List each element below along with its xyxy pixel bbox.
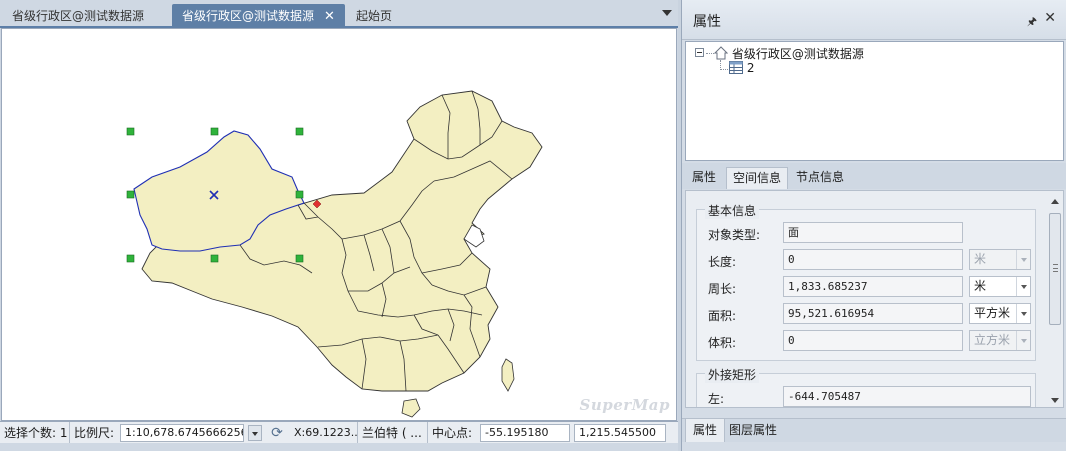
tree-item-dataset[interactable]: 省级行政区@测试数据源: [713, 45, 864, 62]
basic-info-group: 基本信息 对象类型: 面 长度: 0 米 周长: 1,833.685237 米 …: [696, 202, 1037, 361]
tree-connector: [720, 69, 728, 70]
field-label: 长度:: [708, 255, 737, 269]
doc-tab-label: 起始页: [356, 9, 393, 23]
supermap-watermark: SuperMap: [579, 396, 670, 414]
panel-header: 属性 🖈 ✕: [682, 0, 1066, 40]
doc-tab-label: 省级行政区@测试数据源: [182, 9, 315, 23]
projection-name[interactable]: 兰伯特 ( ...: [358, 421, 428, 444]
center-label: 中心点:: [432, 425, 473, 440]
tab-properties[interactable]: 属性: [685, 419, 726, 442]
resize-handle[interactable]: [126, 127, 135, 136]
field-label: 周长:: [708, 282, 737, 296]
island-taiwan[interactable]: [501, 358, 515, 392]
area-field: 95,521.616954: [783, 303, 963, 324]
object-type-field: 面: [783, 222, 963, 243]
doc-tab-map-2[interactable]: 省级行政区@测试数据源 ✕: [172, 4, 345, 28]
row-area: 面积: 95,521.616954 平方米: [697, 303, 1037, 325]
field-label: 左:: [708, 392, 725, 406]
chevron-down-icon: [1016, 331, 1030, 350]
doc-tab-start-page[interactable]: 起始页: [346, 4, 402, 28]
tree-item-record[interactable]: 2: [729, 61, 754, 75]
resize-handle[interactable]: [126, 254, 135, 263]
unit-label: 米: [974, 279, 987, 293]
scale-dropdown-icon[interactable]: [248, 424, 262, 441]
group-title: 基本信息: [705, 202, 760, 219]
unit-label: 米: [974, 252, 987, 266]
pin-icon[interactable]: 🖈: [1027, 13, 1037, 32]
resize-handle[interactable]: [210, 127, 219, 136]
refresh-icon[interactable]: ⟳: [268, 424, 286, 442]
panel-bottom-tabs: 属性 图层属性: [682, 418, 1066, 442]
length-field: 0: [783, 249, 963, 270]
property-panel: 属性 🖈 ✕ 省级行政区@测试数据源 2 属性 空间信息 节点信息 基本信息 对…: [681, 0, 1066, 451]
tab-spatial-info[interactable]: 空间信息: [726, 167, 789, 189]
row-volume: 体积: 0 立方米: [697, 330, 1037, 352]
map-view[interactable]: SuperMap: [1, 28, 677, 421]
panel-title: 属性: [693, 14, 721, 30]
resize-handle[interactable]: [295, 190, 304, 199]
close-tab-icon[interactable]: ✕: [324, 5, 335, 29]
chevron-down-icon[interactable]: [1016, 277, 1030, 296]
doc-tab-map-1[interactable]: 省级行政区@测试数据源: [2, 4, 154, 28]
scale-input[interactable]: 1:10,678.6745666256: [120, 423, 244, 442]
doc-tab-label: 省级行政区@测试数据源: [12, 9, 145, 23]
resize-handle[interactable]: [295, 254, 304, 263]
perimeter-field: 1,833.685237: [783, 276, 963, 297]
chevron-down-icon[interactable]: [1016, 304, 1030, 323]
document-tab-bar: 省级行政区@测试数据源 省级行政区@测试数据源 ✕ 起始页: [0, 0, 678, 28]
volume-field: 0: [783, 330, 963, 351]
resize-handle[interactable]: [126, 190, 135, 199]
status-bar: 选择个数: 1 比例尺: 1:10,678.6745666256 ⟳ X:69.…: [0, 421, 678, 444]
unit-label: 立方米: [974, 333, 1011, 347]
island-hainan[interactable]: [401, 398, 421, 418]
resize-handle[interactable]: [210, 254, 219, 263]
tab-node-info[interactable]: 节点信息: [790, 167, 850, 189]
tree-connector: [706, 53, 714, 54]
bottom-strip: [0, 443, 678, 451]
field-label: 对象类型:: [708, 228, 761, 242]
object-tree: 省级行政区@测试数据源 2: [685, 41, 1064, 161]
group-title: 外接矩形: [705, 366, 760, 383]
volume-unit-select: 立方米: [969, 330, 1031, 351]
spatial-info-content: 基本信息 对象类型: 面 长度: 0 米 周长: 1,833.685237 米 …: [685, 190, 1064, 408]
row-object-type: 对象类型: 面: [697, 222, 1037, 244]
field-label: 面积:: [708, 309, 737, 323]
vertical-scrollbar[interactable]: [1048, 199, 1062, 403]
grip-icon: [1053, 264, 1058, 272]
scroll-up-icon[interactable]: [1051, 199, 1059, 204]
chevron-down-icon: [1016, 250, 1030, 269]
map-canvas: [126, 90, 543, 418]
unit-label: 平方米: [974, 306, 1011, 320]
area-unit-select[interactable]: 平方米: [969, 303, 1031, 324]
scroll-down-icon[interactable]: [1051, 398, 1059, 403]
perimeter-unit-select[interactable]: 米: [969, 276, 1031, 297]
close-icon[interactable]: ✕: [1044, 10, 1056, 26]
document-area: 省级行政区@测试数据源 省级行政区@测试数据源 ✕ 起始页 SuperMap 选…: [0, 0, 678, 451]
scale-label: 比例尺:: [74, 425, 115, 440]
collapse-icon[interactable]: [695, 48, 704, 57]
scroll-thumb[interactable]: [1049, 213, 1061, 325]
x-coordinate: X:69.1223...: [290, 421, 358, 444]
center-y-input[interactable]: 1,215.545500: [574, 423, 666, 442]
tab-attributes[interactable]: 属性: [686, 167, 722, 189]
bbox-left-field: -644.705487: [783, 386, 1031, 407]
home-icon: [713, 46, 729, 60]
tree-item-label: 2: [746, 61, 755, 75]
tab-list-dropdown-icon[interactable]: [662, 8, 672, 18]
resize-handle[interactable]: [295, 127, 304, 136]
length-unit-select: 米: [969, 249, 1031, 270]
tab-layer-properties[interactable]: 图层属性: [722, 419, 784, 442]
bounding-box-group: 外接矩形 左: -644.705487: [696, 366, 1037, 407]
app-window: 省级行政区@测试数据源 省级行政区@测试数据源 ✕ 起始页 SuperMap 选…: [0, 0, 1066, 451]
center-x-input[interactable]: -55.195180: [480, 423, 570, 442]
row-length: 长度: 0 米: [697, 249, 1037, 271]
row-left: 左: -644.705487: [697, 386, 1037, 407]
property-tabs: 属性 空间信息 节点信息: [682, 163, 1066, 189]
tree-item-label: 省级行政区@测试数据源: [731, 47, 864, 61]
field-label: 体积:: [708, 336, 737, 350]
selected-count: 选择个数: 1: [0, 421, 70, 444]
table-icon: [729, 61, 743, 74]
row-perimeter: 周长: 1,833.685237 米: [697, 276, 1037, 298]
